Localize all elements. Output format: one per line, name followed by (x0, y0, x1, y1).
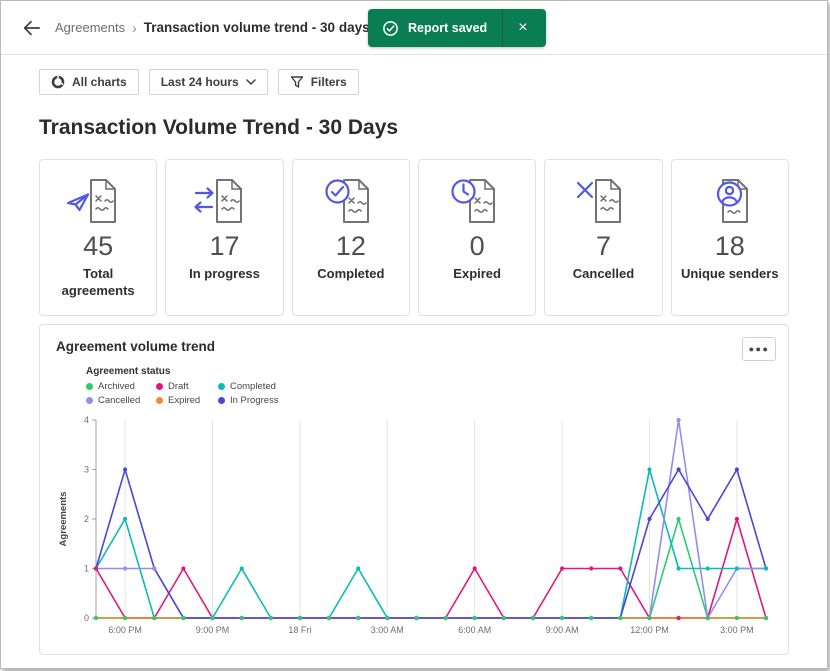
stat-card-expired: 0 Expired (417, 159, 537, 316)
filters-label: Filters (310, 75, 347, 89)
stat-card-in-progress: 17 In progress (165, 159, 284, 316)
breadcrumb: Agreements › Transaction volume trend - … (55, 20, 370, 36)
in-progress-arrows-icon (194, 179, 243, 223)
chart-title: Agreement volume trend (56, 339, 216, 354)
legend-dot-icon (156, 397, 163, 404)
svg-text:3:00 PM: 3:00 PM (720, 625, 754, 635)
stat-value: 0 (469, 231, 485, 261)
all-charts-label: All charts (72, 75, 127, 89)
breadcrumb-separator-icon: › (132, 19, 137, 36)
chart-legend-items: Archived Draft Completed Cancelled Expired In… (86, 381, 772, 406)
legend-label: In Progress (230, 395, 279, 406)
svg-text:1: 1 (84, 564, 89, 574)
legend-label: Completed (230, 381, 276, 392)
stat-label: In progress (189, 265, 260, 281)
topbar: Agreements › Transaction volume trend - … (1, 1, 827, 55)
stat-label: Cancelled (572, 265, 635, 281)
svg-text:9:00 PM: 9:00 PM (196, 625, 230, 635)
stat-value: 7 (595, 231, 611, 261)
legend-item-in-progress[interactable]: In Progress (218, 395, 279, 406)
stat-label: Expired (453, 265, 501, 281)
filters-button[interactable]: Filters (277, 69, 359, 95)
legend-dot-icon (86, 383, 93, 390)
legend-item-completed[interactable]: Completed (218, 381, 276, 392)
legend-item-cancelled[interactable]: Cancelled (86, 395, 140, 406)
completed-check-icon (325, 179, 369, 223)
chevron-down-icon (245, 79, 256, 85)
legend-label: Draft (168, 381, 189, 392)
svg-text:12:00 PM: 12:00 PM (630, 625, 669, 635)
expired-clock-icon (451, 179, 496, 223)
stat-cards-row: 45 Total agreements 17 In progress 12 Co… (39, 159, 789, 316)
legend-dot-icon (218, 383, 225, 390)
stat-label: Unique senders (681, 265, 779, 281)
svg-text:0: 0 (84, 613, 89, 623)
toast-message: Report saved (408, 21, 488, 35)
svg-text:3:00 AM: 3:00 AM (371, 625, 404, 635)
stat-card-completed: 12 Completed (291, 159, 410, 316)
toast-close-button[interactable]: × (514, 18, 531, 38)
svg-text:2: 2 (84, 514, 89, 524)
svg-text:18 Fri: 18 Fri (288, 625, 311, 635)
cancelled-x-icon (575, 179, 622, 223)
legend-label: Archived (98, 381, 135, 392)
stat-card-cancelled: 7 Cancelled (544, 159, 663, 316)
time-range-label: Last 24 hours (160, 75, 239, 89)
page-title: Transaction Volume Trend - 30 Days (39, 116, 399, 139)
legend-title: Agreement status (86, 366, 171, 377)
success-check-icon (383, 20, 398, 36)
report-page: Agreements › Transaction volume trend - … (0, 0, 828, 669)
time-range-dropdown[interactable]: Last 24 hours (148, 69, 268, 95)
legend-item-archived[interactable]: Archived (86, 381, 135, 392)
legend-dot-icon (156, 383, 163, 390)
all-charts-button[interactable]: All charts (39, 69, 139, 95)
svg-text:Agreements: Agreements (58, 492, 69, 547)
toast-divider (502, 9, 504, 47)
stat-card-total-agreements: 45 Total agreements (39, 159, 158, 316)
volume-trend-chart[interactable]: 6:00 PM 9:00 PM 18 Fri 3:00 AM 6:00 AM 9:00 A… (56, 412, 774, 642)
svg-text:6:00 AM: 6:00 AM (458, 625, 491, 635)
legend-item-expired[interactable]: Expired (156, 395, 200, 406)
legend-item-draft[interactable]: Draft (156, 381, 189, 392)
arrow-left-icon (23, 20, 40, 35)
stat-value: 45 (83, 231, 114, 261)
stat-value: 18 (714, 231, 745, 261)
legend-label: Expired (168, 395, 201, 406)
svg-text:4: 4 (84, 415, 89, 425)
total-agreements-send-icon (67, 179, 117, 223)
svg-text:9:00 AM: 9:00 AM (546, 625, 579, 635)
back-button[interactable] (17, 14, 45, 42)
unique-senders-person-icon (716, 179, 748, 223)
breadcrumb-current: Transaction volume trend - 30 days (143, 20, 370, 35)
report-saved-toast: Report saved × (368, 9, 546, 47)
legend-dot-icon (218, 397, 225, 404)
stat-card-unique-senders: 18 Unique senders (670, 159, 789, 316)
filters-toolbar: All charts Last 24 hours Filters (1, 55, 827, 95)
donut-chart-icon (51, 75, 65, 89)
stat-label: Completed (317, 265, 385, 281)
stat-value: 17 (209, 231, 240, 261)
chart-menu-button[interactable]: ●●● (742, 337, 776, 361)
agreement-volume-trend-card: Agreement volume trend ●●● Agreement sta… (39, 324, 789, 655)
stat-value: 12 (335, 231, 366, 261)
legend-label: Cancelled (98, 395, 141, 406)
chart-legend: Agreement status Archived Draft Completed C… (86, 366, 772, 406)
filter-funnel-icon (290, 76, 303, 88)
breadcrumb-agreements[interactable]: Agreements (55, 20, 125, 35)
svg-text:6:00 PM: 6:00 PM (108, 625, 142, 635)
stat-label: Total agreements (61, 265, 135, 298)
legend-dot-icon (86, 397, 93, 404)
svg-text:3: 3 (84, 465, 89, 475)
